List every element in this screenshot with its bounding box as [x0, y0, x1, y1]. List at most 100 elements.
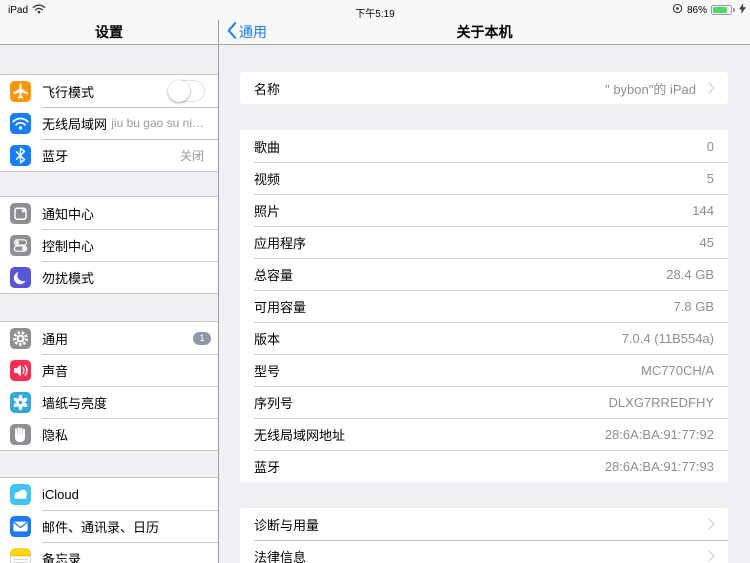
about-row-legal[interactable]: 法律信息 — [240, 540, 728, 563]
battery-percent: 86% — [686, 4, 707, 16]
about-row-songs: 歌曲 0 — [240, 130, 728, 162]
row-label: 诊断与用量 — [254, 517, 320, 533]
pane-divider — [218, 20, 219, 563]
sidebar-item-notes[interactable]: 备忘录 — [0, 542, 218, 563]
row-label: 歌曲 — [254, 139, 281, 155]
row-label: 名称 — [254, 81, 281, 97]
sidebar-item-value: 关闭 — [179, 148, 204, 163]
sidebar-group: 通知中心控制中心勿扰模式 — [0, 196, 218, 294]
row-label: 无线局域网地址 — [254, 427, 346, 443]
about-pane: 名称 " bybon"的 iPad 歌曲 0 视频 5 照片 144 应用程序 45 总容量 28… — [219, 45, 750, 563]
control-center-icon — [10, 234, 31, 256]
sidebar-group: 通用 1 声音墙纸与亮度隐私 — [0, 321, 218, 451]
header-bar: iPad 下午5:19 86% 设置 通用 关于本机 — [0, 0, 750, 45]
chevron-right-icon — [703, 518, 715, 530]
airplane-mode-toggle[interactable] — [168, 80, 205, 102]
about-row-applications: 应用程序 45 — [240, 226, 728, 258]
sidebar-item-label: 邮件、通讯录、日历 — [42, 519, 160, 535]
speaker-icon — [10, 359, 31, 381]
sidebar-item-label: iCloud — [42, 486, 79, 502]
row-value: DLXG7RREDFHY — [608, 394, 714, 410]
sidebar-item-label: 通用 — [42, 331, 69, 347]
row-value: 5 — [706, 170, 714, 186]
sidebar-item-label: 勿扰模式 — [42, 270, 95, 286]
sidebar-item-wlan[interactable]: 无线局域网 jiu bu gao su ni… — [0, 107, 218, 139]
row-label: 法律信息 — [254, 549, 307, 563]
sidebar-item-label: 控制中心 — [42, 238, 95, 254]
about-row-name[interactable]: 名称 " bybon"的 iPad — [240, 72, 728, 104]
row-label: 应用程序 — [254, 235, 307, 251]
row-label: 视频 — [254, 171, 281, 187]
about-row-serial-number: 序列号 DLXG7RREDFHY — [240, 386, 728, 418]
sidebar-group: iCloud 邮件、通讯录、日历备忘录 — [0, 477, 218, 563]
notification-badge: 1 — [193, 331, 211, 345]
about-row-model: 型号 MC770CH/A — [240, 354, 728, 386]
notification-center-icon — [10, 202, 31, 224]
bluetooth-icon — [10, 144, 31, 166]
row-value: 28:6A:BA:91:77:92 — [604, 426, 714, 442]
status-time: 下午5:19 — [355, 9, 395, 20]
row-value: 144 — [692, 202, 714, 218]
row-label: 序列号 — [254, 395, 294, 411]
row-label: 可用容量 — [254, 299, 307, 315]
gear-icon — [10, 327, 31, 349]
actions-card: 诊断与用量 法律信息 — [240, 508, 728, 563]
envelope-icon — [10, 515, 31, 537]
row-value: MC770CH/A — [641, 362, 714, 378]
airplane-icon — [10, 80, 31, 102]
sidebar-item-sounds[interactable]: 声音 — [0, 354, 218, 386]
sidebar-item-airplane-mode[interactable]: 飞行模式 — [0, 75, 218, 107]
about-row-capacity: 总容量 28.4 GB — [240, 258, 728, 290]
row-value: 7.0.4 (11B554a) — [621, 330, 714, 346]
battery-icon — [711, 5, 735, 15]
row-label: 蓝牙 — [254, 459, 281, 475]
about-row-photos: 照片 144 — [240, 194, 728, 226]
row-label: 型号 — [254, 363, 281, 379]
sidebar-item-label: 无线局域网 — [42, 116, 108, 132]
sidebar-item-label: 飞行模式 — [42, 84, 95, 100]
sidebar-item-general[interactable]: 通用 1 — [0, 322, 218, 354]
sidebar-item-do-not-disturb[interactable]: 勿扰模式 — [0, 261, 218, 293]
sidebar-item-wallpapers-brightness[interactable]: 墙纸与亮度 — [0, 386, 218, 418]
chevron-right-icon — [703, 82, 715, 94]
sidebar-group: 飞行模式无线局域网 jiu bu gao su ni… 蓝牙 关闭 — [0, 74, 218, 172]
sidebar-item-label: 墙纸与亮度 — [42, 395, 108, 411]
row-value: 0 — [706, 138, 714, 154]
page-title: 关于本机 — [456, 24, 513, 40]
wifi-icon — [10, 112, 31, 134]
charging-bolt-icon — [739, 1, 746, 19]
sidebar-item-mail-contacts-calendars[interactable]: 邮件、通讯录、日历 — [0, 510, 218, 542]
about-row-bluetooth-address: 蓝牙 28:6A:BA:91:77:93 — [240, 450, 728, 482]
row-label: 版本 — [254, 331, 281, 347]
sidebar-item-privacy[interactable]: 隐私 — [0, 418, 218, 450]
row-label: 总容量 — [254, 267, 294, 283]
sidebar-item-value: jiu bu gao su ni… — [111, 116, 204, 130]
row-value: 7.8 GB — [673, 298, 714, 314]
rotation-lock-icon — [672, 1, 683, 19]
sidebar-item-control-center[interactable]: 控制中心 — [0, 229, 218, 261]
sidebar-item-bluetooth[interactable]: 蓝牙 关闭 — [0, 139, 218, 171]
chevron-right-icon — [703, 550, 715, 562]
sidebar-item-label: 通知中心 — [42, 206, 95, 222]
hand-icon — [10, 423, 31, 445]
about-row-videos: 视频 5 — [240, 162, 728, 194]
sidebar-item-notification-center[interactable]: 通知中心 — [0, 197, 218, 229]
about-row-available: 可用容量 7.8 GB — [240, 290, 728, 322]
sidebar-item-label: 备忘录 — [42, 551, 82, 563]
row-value: 28:6A:BA:91:77:93 — [604, 458, 714, 474]
row-value: 45 — [699, 234, 714, 250]
sidebar-item-label: 蓝牙 — [42, 148, 69, 164]
sidebar-item-label: 隐私 — [42, 427, 69, 443]
about-row-diagnostics-usage[interactable]: 诊断与用量 — [240, 508, 728, 540]
sidebar-item-label: 声音 — [42, 363, 69, 379]
settings-sidebar: 飞行模式无线局域网 jiu bu gao su ni… 蓝牙 关闭通知中心控制中心勿扰… — [0, 45, 218, 563]
name-card: 名称 " bybon"的 iPad — [240, 72, 728, 104]
cloud-icon — [10, 483, 31, 505]
row-label: 照片 — [254, 203, 281, 219]
row-value: " bybon"的 iPad — [605, 81, 696, 97]
notes-icon — [10, 547, 31, 563]
sidebar-title: 设置 — [95, 24, 123, 40]
about-row-wifi-address: 无线局域网地址 28:6A:BA:91:77:92 — [240, 418, 728, 450]
sidebar-item-icloud[interactable]: iCloud — [0, 478, 218, 510]
status-bar-right: 86% — [672, 1, 746, 19]
